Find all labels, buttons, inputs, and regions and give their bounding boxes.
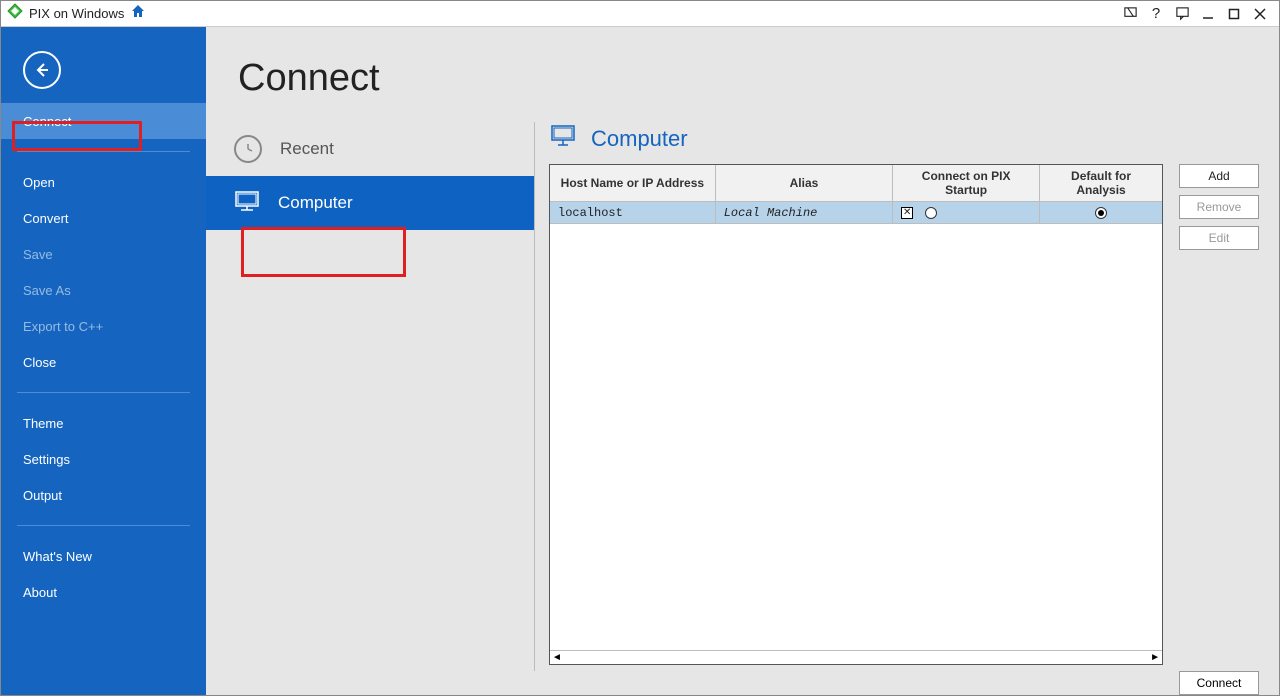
divider <box>17 151 190 152</box>
nav-item-computer[interactable]: Computer <box>206 176 534 230</box>
sidebar-item-label: Connect <box>23 114 71 129</box>
connect-button[interactable]: Connect <box>1179 671 1259 695</box>
sidebar-item-label: Open <box>23 175 55 190</box>
cell-alias: Local Machine <box>715 202 892 224</box>
edit-button[interactable]: Edit <box>1179 226 1259 250</box>
sidebar-item-output[interactable]: Output <box>1 477 206 513</box>
cell-host: localhost <box>550 202 715 224</box>
sidebar-item-connect[interactable]: Connect <box>1 103 206 139</box>
checkbox-icon[interactable]: ✕ <box>901 207 913 219</box>
sidebar-item-label: Theme <box>23 416 63 431</box>
sidebar-item-theme[interactable]: Theme <box>1 405 206 441</box>
computer-panel: Computer Host Name or IP Address Alias C… <box>549 122 1279 695</box>
sidebar-item-label: Close <box>23 355 56 370</box>
col-alias[interactable]: Alias <box>715 165 892 202</box>
sidebar-item-open[interactable]: Open <box>1 164 206 200</box>
remove-button[interactable]: Remove <box>1179 195 1259 219</box>
sidebar-item-label: Convert <box>23 211 69 226</box>
table-row[interactable]: localhost Local Machine ✕ <box>550 202 1162 224</box>
cell-startup[interactable]: ✕ <box>893 202 1040 224</box>
sidebar-item-convert[interactable]: Convert <box>1 200 206 236</box>
sidebar-item-label: Settings <box>23 452 70 467</box>
sidebar: Connect Open Convert Save Save As Export… <box>1 27 206 695</box>
col-host[interactable]: Host Name or IP Address <box>550 165 715 202</box>
help-icon[interactable]: ? <box>1143 2 1169 26</box>
sidebar-item-label: Output <box>23 488 62 503</box>
subnav: Recent Computer <box>206 122 534 695</box>
add-button[interactable]: Add <box>1179 164 1259 188</box>
feedback-icon[interactable] <box>1117 2 1143 26</box>
app-logo-icon <box>7 3 23 24</box>
divider <box>17 525 190 526</box>
sidebar-item-about[interactable]: About <box>1 574 206 610</box>
main-content: Connect Recent Computer <box>206 27 1279 695</box>
chat-icon[interactable] <box>1169 2 1195 26</box>
nav-item-recent[interactable]: Recent <box>206 122 534 176</box>
minimize-button[interactable] <box>1195 2 1221 26</box>
table-action-buttons: Add Remove Edit <box>1179 164 1259 665</box>
sidebar-item-save[interactable]: Save <box>1 236 206 272</box>
col-default[interactable]: Default for Analysis <box>1040 165 1162 202</box>
sidebar-item-label: Export to C++ <box>23 319 103 334</box>
sidebar-item-label: Save As <box>23 283 71 298</box>
computer-icon <box>234 190 260 217</box>
section-heading-text: Computer <box>591 126 688 152</box>
close-button[interactable] <box>1247 2 1273 26</box>
divider <box>17 392 190 393</box>
back-button[interactable] <box>23 51 61 89</box>
clock-icon <box>234 135 262 163</box>
sidebar-item-whats-new[interactable]: What's New <box>1 538 206 574</box>
window-title: PIX on Windows <box>29 6 124 21</box>
sidebar-item-close[interactable]: Close <box>1 344 206 380</box>
sidebar-item-save-as[interactable]: Save As <box>1 272 206 308</box>
maximize-button[interactable] <box>1221 2 1247 26</box>
col-startup[interactable]: Connect on PIX Startup <box>893 165 1040 202</box>
sidebar-item-label: About <box>23 585 57 600</box>
nav-item-label: Computer <box>278 193 353 213</box>
radio-icon[interactable] <box>925 207 937 219</box>
sidebar-item-label: Save <box>23 247 53 262</box>
cell-default[interactable] <box>1040 202 1162 224</box>
sidebar-item-export-cpp[interactable]: Export to C++ <box>1 308 206 344</box>
vertical-divider <box>534 122 535 671</box>
titlebar: PIX on Windows ? <box>1 1 1279 27</box>
hosts-table: Host Name or IP Address Alias Connect on… <box>550 165 1162 224</box>
hosts-table-container: Host Name or IP Address Alias Connect on… <box>549 164 1163 665</box>
radio-icon[interactable] <box>1095 207 1107 219</box>
scroll-left-icon[interactable]: ◄ <box>552 652 562 663</box>
computer-icon <box>549 124 577 154</box>
sidebar-item-settings[interactable]: Settings <box>1 441 206 477</box>
home-icon[interactable] <box>130 3 146 24</box>
page-title: Connect <box>238 57 1279 100</box>
scroll-right-icon[interactable]: ► <box>1150 652 1160 663</box>
sidebar-item-label: What's New <box>23 549 92 564</box>
section-heading: Computer <box>549 124 1259 154</box>
nav-item-label: Recent <box>280 139 334 159</box>
horizontal-scrollbar[interactable]: ◄► <box>550 650 1162 664</box>
